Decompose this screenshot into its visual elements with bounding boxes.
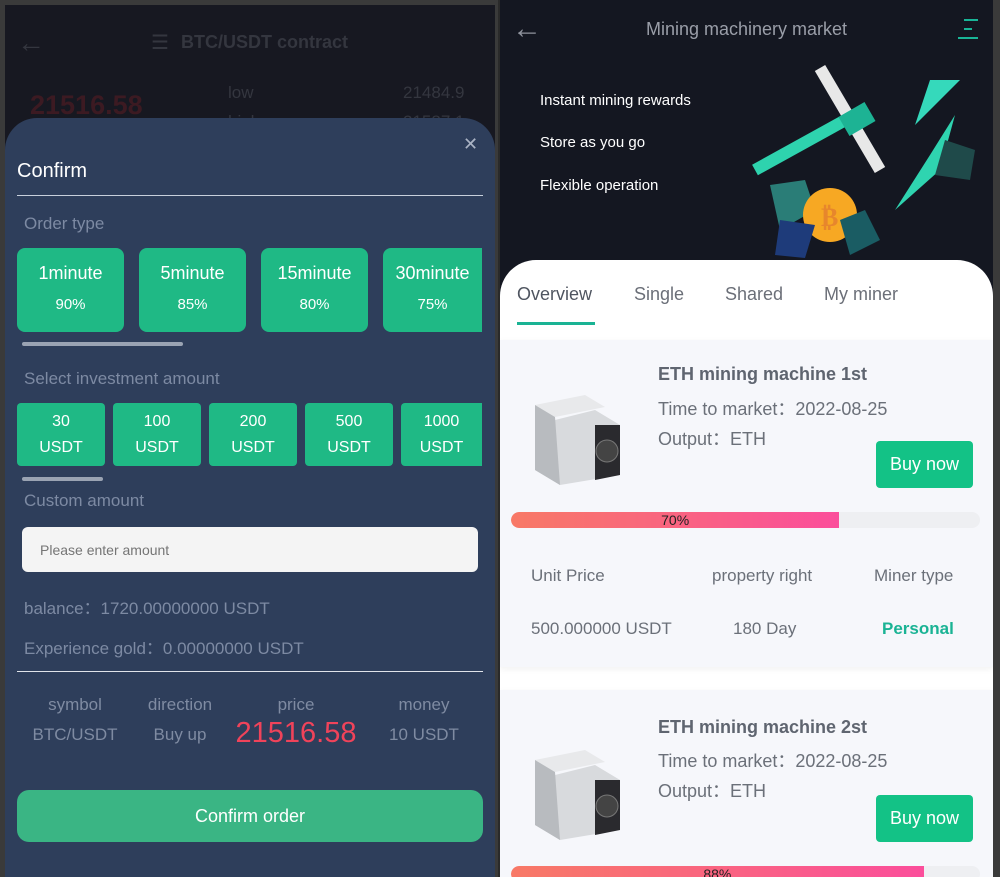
property-right-value: 180 Day: [733, 619, 797, 638]
tab-shared[interactable]: Shared: [725, 284, 783, 305]
feature-text: Store as you go: [540, 134, 646, 151]
order-type-scrollbar[interactable]: [22, 342, 183, 346]
divider: [17, 671, 483, 672]
card-time: Time to market：2022-08-25: [658, 399, 888, 419]
custom-amount-label: Custom amount: [24, 491, 144, 510]
value-money: 10 USDT: [389, 725, 459, 744]
menu-icon[interactable]: [958, 19, 978, 39]
value-price: 21516.58: [235, 717, 357, 749]
miner-card: ETH mining machine 1st Time to market：20…: [500, 340, 993, 667]
progress-bar: 88%: [511, 866, 980, 877]
value-symbol: BTC/USDT: [32, 725, 118, 744]
amount-scrollbar[interactable]: [22, 477, 103, 481]
low-label: low: [228, 83, 254, 102]
svg-text:₿: ₿: [821, 203, 838, 233]
order-type-rate: 90%: [55, 296, 86, 313]
pickaxe-illustration: ₿: [752, 64, 975, 258]
feature-text: Flexible operation: [540, 177, 659, 194]
order-type-rate: 80%: [299, 296, 330, 313]
confirm-modal: ✕ Confirm Order type 1minute 90% 5minute 8…: [5, 118, 495, 877]
order-type-1minute[interactable]: 1minute 90%: [17, 248, 124, 332]
page-title: Mining machinery market: [645, 19, 848, 39]
progress-label: 70%: [661, 512, 690, 528]
order-type-30minute[interactable]: 30minute 75%: [383, 248, 482, 332]
card-output: Output：ETH: [658, 781, 767, 801]
property-right-label: property right: [712, 566, 813, 585]
card-time: Time to market：2022-08-25: [658, 751, 888, 771]
divider: [17, 195, 483, 196]
amount-unit: USDT: [39, 439, 83, 456]
miner-image: [535, 750, 620, 840]
mining-market-screen: ← Mining machinery market Instant mining…: [500, 0, 1000, 877]
list-icon[interactable]: ☰: [151, 30, 169, 55]
balance-text: balance：1720.00000000 USDT: [24, 599, 270, 618]
miner-type-value: Personal: [882, 619, 954, 638]
close-icon[interactable]: ✕: [463, 134, 478, 155]
active-tab-indicator: [517, 322, 595, 325]
tab-my-miner[interactable]: My miner: [824, 284, 898, 305]
header-money: money: [398, 695, 450, 714]
tab-overview[interactable]: Overview: [517, 284, 592, 305]
unit-price-label: Unit Price: [531, 566, 605, 585]
modal-title: Confirm: [17, 160, 88, 182]
miner-card: ETH mining machine 2st Time to market：20…: [500, 690, 993, 877]
tab-single[interactable]: Single: [634, 284, 684, 305]
amount-1000[interactable]: 1000 USDT: [401, 403, 482, 466]
header-price: price: [277, 695, 315, 714]
buy-now-button[interactable]: Buy now: [876, 441, 973, 488]
miner-image: [535, 395, 620, 485]
confirm-order-button[interactable]: Confirm order: [17, 790, 483, 842]
amount-unit: USDT: [231, 439, 275, 456]
order-type-label: 15minute: [277, 263, 352, 283]
order-type-label: Order type: [24, 214, 105, 233]
header-symbol: symbol: [48, 695, 102, 714]
contract-title: BTC/USDT contract: [181, 32, 349, 52]
amount-unit: USDT: [419, 439, 464, 456]
miner-type-label: Miner type: [874, 566, 954, 585]
order-type-5minute[interactable]: 5minute 85%: [139, 248, 246, 332]
card-title: ETH mining machine 2st: [658, 717, 868, 737]
back-arrow-icon[interactable]: ←: [17, 27, 45, 59]
unit-price-value: 500.000000 USDT: [531, 619, 672, 638]
value-direction: Buy up: [153, 725, 207, 744]
order-type-label: 5minute: [160, 263, 225, 283]
order-type-rate: 85%: [177, 296, 208, 313]
market-sheet: Overview Single Shared My miner ETH mini…: [500, 260, 993, 877]
frame-edge: [993, 0, 1000, 877]
low-value: 21484.9: [403, 83, 465, 102]
order-type-rate: 75%: [417, 296, 448, 313]
amount-value: 100: [143, 413, 171, 430]
amount-value: 500: [335, 413, 363, 430]
custom-amount-input[interactable]: [22, 527, 478, 572]
card-title: ETH mining machine 1st: [658, 364, 868, 384]
amount-label: Select investment amount: [24, 369, 220, 388]
order-type-label: 30minute: [395, 263, 470, 283]
amount-500[interactable]: 500 USDT: [305, 403, 393, 466]
amount-value: 1000: [423, 413, 460, 430]
amount-unit: USDT: [135, 439, 179, 456]
card-output: Output：ETH: [658, 429, 767, 449]
header-direction: direction: [147, 695, 213, 714]
progress-bar: 70%: [511, 512, 980, 528]
feature-text: Instant mining rewards: [540, 92, 691, 109]
experience-gold-text: Experience gold：0.00000000 USDT: [24, 639, 304, 658]
amount-value: 30: [52, 413, 70, 430]
amount-value: 200: [239, 413, 267, 430]
amount-unit: USDT: [327, 439, 371, 456]
amount-200[interactable]: 200 USDT: [209, 403, 297, 466]
background-price: 21516.58: [30, 90, 143, 120]
order-type-15minute[interactable]: 15minute 80%: [261, 248, 368, 332]
buy-now-button[interactable]: Buy now: [876, 795, 973, 842]
order-type-label: 1minute: [38, 263, 103, 283]
amount-30[interactable]: 30 USDT: [17, 403, 105, 466]
trade-screen: ← ☰ BTC/USDT contract 21516.58 low 21484…: [0, 0, 498, 877]
progress-label: 88%: [703, 866, 732, 877]
amount-100[interactable]: 100 USDT: [113, 403, 201, 466]
